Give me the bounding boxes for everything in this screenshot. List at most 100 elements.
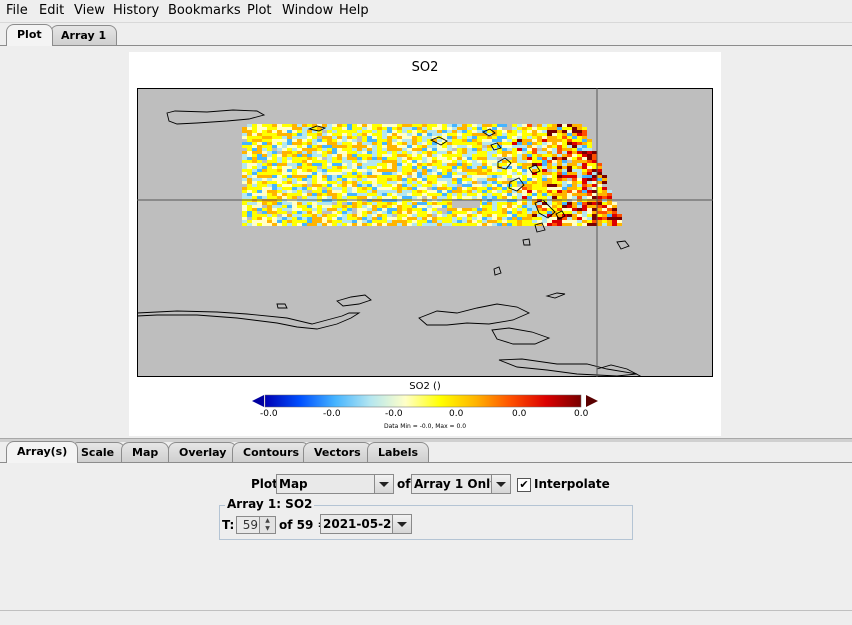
menu-history[interactable]: History (113, 3, 159, 18)
heatmap-cell (482, 169, 487, 172)
heatmap-cell (552, 184, 557, 187)
heatmap-cell (302, 193, 307, 196)
heatmap-cell (392, 124, 397, 127)
heatmap-cell (472, 124, 477, 127)
menu-help[interactable]: Help (339, 3, 369, 18)
heatmap-cell (377, 163, 382, 166)
heatmap-cell (382, 139, 387, 142)
heatmap-cell (322, 145, 327, 148)
heatmap-cell (542, 148, 547, 151)
heatmap-cell (327, 175, 332, 178)
heatmap-cell (522, 175, 527, 178)
heatmap-cell (352, 175, 357, 178)
heatmap-cell (442, 133, 447, 136)
heatmap-cell (352, 190, 357, 193)
menu-bookmarks[interactable]: Bookmarks (168, 3, 241, 18)
heatmap-cell (242, 157, 247, 160)
heatmap-cell (262, 154, 267, 157)
heatmap-cell (277, 157, 282, 160)
menu-edit[interactable]: Edit (39, 3, 64, 18)
menu-file[interactable]: File (6, 3, 28, 18)
heatmap-cell (372, 160, 377, 163)
tab-scale[interactable]: Scale (70, 442, 126, 462)
stepper-buttons[interactable]: ▲ ▼ (259, 517, 275, 533)
heatmap-cell (327, 160, 332, 163)
heatmap-cell (487, 124, 492, 127)
heatmap-cell (272, 133, 277, 136)
heatmap-cell (597, 184, 602, 187)
date-dropdown[interactable]: 2021-05-29 (320, 514, 412, 534)
time-stepper[interactable]: 59 ▲ ▼ (236, 516, 276, 534)
heatmap-cell (452, 196, 457, 199)
heatmap-cell (517, 166, 522, 169)
heatmap-cell (572, 214, 577, 217)
heatmap-cell (307, 214, 312, 217)
heatmap-cell (377, 136, 382, 139)
tab-overlay[interactable]: Overlay (168, 442, 238, 462)
heatmap-cell (597, 166, 602, 169)
tab-labels[interactable]: Labels (367, 442, 430, 462)
heatmap-cell (322, 157, 327, 160)
time-value[interactable]: 59 (243, 518, 258, 532)
tab-contours[interactable]: Contours (232, 442, 311, 462)
heatmap-cell (487, 178, 492, 181)
heatmap-cell (332, 163, 337, 166)
tab-vectors[interactable]: Vectors (303, 442, 372, 462)
heatmap-cell (567, 184, 572, 187)
heatmap-cell (402, 160, 407, 163)
tab-map[interactable]: Map (121, 442, 170, 462)
heatmap-cell (447, 148, 452, 151)
heatmap-cell (422, 166, 427, 169)
heatmap-cell (407, 217, 412, 220)
heatmap-cell (347, 148, 352, 151)
menu-plot[interactable]: Plot (247, 3, 272, 18)
heatmap-cell (522, 157, 527, 160)
heatmap-cell (577, 175, 582, 178)
heatmap-cell (592, 193, 597, 196)
heatmap-cell (512, 211, 517, 214)
tab-array-1[interactable]: Array 1 (50, 25, 118, 45)
heatmap-cell (262, 157, 267, 160)
chevron-down-icon[interactable] (491, 475, 510, 493)
interpolate-checkbox[interactable]: ✔ (517, 478, 531, 492)
heatmap-cell (467, 157, 472, 160)
menu-window[interactable]: Window (282, 3, 333, 18)
heatmap-cell (477, 187, 482, 190)
array-mode-dropdown[interactable]: Array 1 Only (411, 474, 511, 494)
stepper-up-icon[interactable]: ▲ (260, 517, 275, 525)
heatmap-cell (472, 148, 477, 151)
chevron-down-icon[interactable] (374, 475, 393, 493)
heatmap-cell (592, 223, 597, 226)
chevron-down-icon[interactable] (392, 515, 411, 533)
heatmap-cell (407, 166, 412, 169)
heatmap-cell (517, 151, 522, 154)
heatmap-cell (337, 139, 342, 142)
heatmap-cell (557, 130, 562, 133)
heatmap-cell (562, 193, 567, 196)
plot-type-dropdown[interactable]: Map (276, 474, 394, 494)
heatmap-cell (462, 139, 467, 142)
heatmap-cell (422, 223, 427, 226)
heatmap-cell (507, 172, 512, 175)
heatmap-cell (447, 169, 452, 172)
plot-canvas[interactable]: SO2 SO2 () -0.0 -0.0 -0.0 0.0 0.0 0.0 Da… (129, 52, 721, 436)
heatmap-cell (582, 163, 587, 166)
map-view[interactable] (137, 88, 713, 377)
heatmap-cell (457, 172, 462, 175)
heatmap-cell (372, 190, 377, 193)
heatmap-cell (612, 205, 617, 208)
heatmap-cell (437, 208, 442, 211)
stepper-down-icon[interactable]: ▼ (260, 525, 275, 533)
heatmap-cell (572, 184, 577, 187)
tab-plot[interactable]: Plot (6, 24, 53, 46)
heatmap-cell (497, 184, 502, 187)
heatmap-cell (382, 211, 387, 214)
menu-view[interactable]: View (74, 3, 105, 18)
heatmap-cell (572, 172, 577, 175)
heatmap-cell (382, 193, 387, 196)
heatmap-cell (307, 142, 312, 145)
heatmap-cell (347, 202, 352, 205)
tab-arrays[interactable]: Array(s) (6, 441, 79, 463)
heatmap-cell (447, 196, 452, 199)
heatmap-cell (322, 184, 327, 187)
